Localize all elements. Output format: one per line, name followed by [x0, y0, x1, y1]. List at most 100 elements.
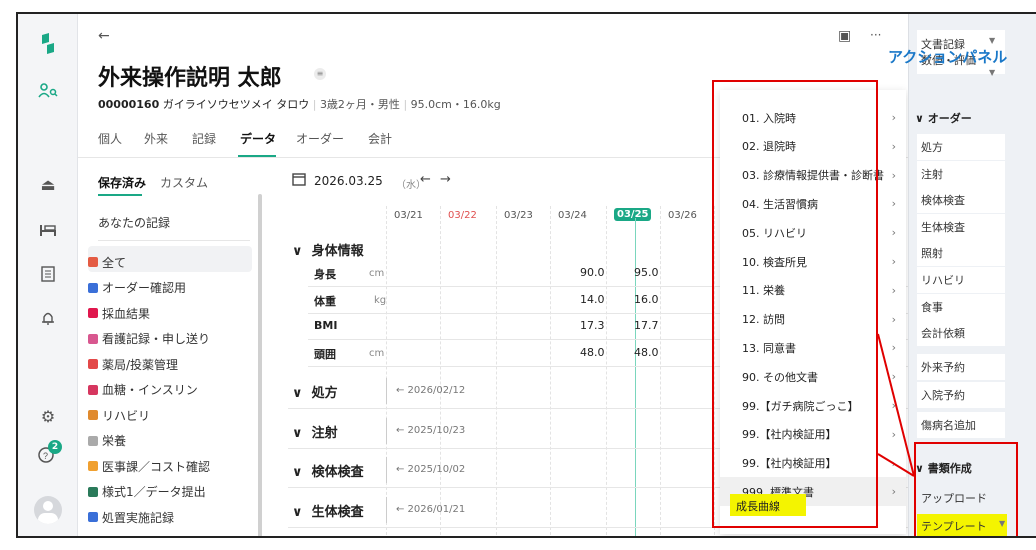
nav-item[interactable]: 看護記録・申し送り — [88, 327, 250, 351]
nav-item[interactable]: 処置実施記録 — [88, 505, 250, 529]
chevron-right-icon: › — [891, 111, 896, 124]
date-header[interactable]: 03/23 — [504, 210, 533, 221]
order-item-button[interactable]: 食事 — [917, 293, 1005, 320]
back-arrow-icon[interactable]: ← — [98, 28, 110, 44]
date-header[interactable]: 03/21 — [394, 210, 423, 221]
previous-date-link[interactable]: ← 2026/02/12 — [396, 385, 465, 396]
tab-records[interactable]: 記録 — [192, 130, 216, 147]
order-item-button[interactable]: 検体検査 — [917, 187, 1005, 214]
metric-value[interactable]: 95.0 — [634, 266, 659, 279]
nav-item-icon — [88, 461, 98, 471]
admit-reserve-button[interactable]: 入院予約 — [917, 382, 1005, 408]
nav-item[interactable]: リハビリ — [88, 403, 250, 427]
nav-item[interactable]: 血糖・インスリン — [88, 378, 250, 402]
grid-column-line — [440, 206, 441, 536]
nav-item[interactable]: 採血結果 — [88, 301, 250, 325]
order-item-button[interactable]: リハビリ — [917, 267, 1005, 293]
tab-data[interactable]: データ — [240, 130, 276, 147]
metric-value[interactable]: 16.0 — [634, 293, 659, 306]
previous-date-link[interactable]: ← 2025/10/02 — [396, 464, 465, 475]
sidebar-scrollbar[interactable] — [258, 194, 262, 536]
grid-column-line — [496, 206, 497, 536]
list-icon[interactable] — [36, 262, 60, 286]
order-item-button[interactable]: 生体検査 — [917, 213, 1005, 240]
settings-icon[interactable]: ⚙ — [36, 404, 60, 428]
section-title-label: 注射 — [311, 425, 338, 441]
category-section-title[interactable]: ∨ 処方 — [292, 382, 338, 401]
patient-search-icon[interactable] — [36, 78, 60, 102]
avatar[interactable] — [34, 496, 62, 524]
nav-item[interactable]: 様式1／データ提出 — [88, 480, 250, 504]
app-frame: ⏏ ⚙ ? 2 ← 外来操作説明 太郎 ≡ 00000160 ガイライソウセツメ… — [16, 12, 1036, 538]
id-card-icon[interactable]: ▣ — [838, 28, 851, 44]
records-divider — [98, 240, 250, 241]
calendar-icon[interactable] — [292, 172, 308, 188]
nav-item-icon — [88, 359, 98, 369]
order-item-button[interactable]: 注射 — [917, 160, 1005, 187]
section-divider — [386, 496, 387, 523]
chevron-down-icon: ∨ — [292, 465, 303, 480]
patient-info-line: 00000160 ガイライソウセツメイ タロウ | 3歳2ヶ月・男性 | 95.… — [98, 98, 501, 111]
metric-unit: kg — [374, 294, 387, 306]
date-header[interactable]: 03/24 — [558, 210, 587, 221]
filter-saved[interactable]: 保存済み — [98, 174, 146, 191]
body-info-title-label: 身体情報 — [311, 244, 364, 259]
previous-date-link[interactable]: ← 2025/10/23 — [396, 425, 465, 436]
metric-value[interactable]: 48.0 — [580, 346, 605, 359]
grid-column-line — [550, 206, 551, 536]
date-header[interactable]: 03/26 — [668, 210, 697, 221]
add-disease-button[interactable]: 傷病名追加 — [917, 412, 1005, 438]
category-section-title[interactable]: ∨ 注射 — [292, 422, 338, 441]
chevron-right-icon: › — [891, 312, 896, 326]
filter-custom[interactable]: カスタム — [160, 174, 208, 191]
tab-billing[interactable]: 会計 — [368, 130, 392, 147]
visit-reserve-button[interactable]: 外来予約 — [917, 354, 1005, 380]
bed-icon[interactable] — [36, 218, 60, 242]
annotation-box-doc-create — [914, 442, 1018, 536]
nav-item-label: 看護記録・申し送り — [102, 332, 211, 346]
bell-icon[interactable] — [36, 306, 60, 330]
metric-label: BMI — [314, 319, 338, 332]
nav-item-icon — [88, 384, 98, 395]
category-section-title[interactable]: ∨ 検体検査 — [292, 461, 364, 480]
metric-value[interactable]: 48.0 — [634, 346, 659, 359]
metric-value[interactable]: 17.3 — [580, 319, 605, 332]
prev-date-icon[interactable]: ← — [420, 172, 431, 187]
name-menu-icon[interactable]: ≡ — [314, 68, 326, 80]
previous-date-link[interactable]: ← 2026/01/21 — [396, 504, 465, 515]
tab-order[interactable]: オーダー — [296, 130, 344, 147]
chevron-down-icon: ∨ — [292, 425, 303, 441]
date-header[interactable]: 03/25 — [614, 208, 652, 221]
order-item-button[interactable]: 照射 — [917, 240, 1005, 267]
body-info-title[interactable]: ∨ 身体情報 — [292, 240, 364, 259]
metric-value[interactable]: 90.0 — [580, 266, 605, 279]
chevron-right-icon: › — [891, 197, 896, 211]
next-date-icon[interactable]: → — [440, 172, 451, 187]
category-section-title[interactable]: ∨ 生体検査 — [292, 501, 364, 520]
nav-item[interactable]: 栄養 — [88, 429, 250, 453]
nav-item-label: 医事課／コスト確認 — [102, 459, 211, 474]
metric-value[interactable]: 14.0 — [580, 293, 605, 306]
logo-icon[interactable] — [36, 32, 60, 56]
nav-item[interactable]: 薬局/投薬管理 — [88, 352, 250, 376]
nav-item[interactable]: 全て — [88, 250, 250, 274]
tab-personal[interactable]: 個人 — [98, 130, 122, 147]
order-item-button[interactable]: 処方 — [917, 134, 1005, 160]
order-heading[interactable]: ∨ オーダー — [915, 110, 972, 126]
order-item-button[interactable]: 会計依頼 — [917, 320, 1005, 347]
nav-item-icon — [88, 486, 98, 497]
nav-item[interactable]: オーダー確認用 — [88, 276, 250, 300]
section-divider — [386, 457, 387, 483]
eject-icon[interactable]: ⏏ — [36, 172, 60, 196]
chevron-right-icon: › — [891, 168, 896, 182]
tab-outpatient[interactable]: 外来 — [144, 130, 168, 147]
nav-item-label: オーダー確認用 — [102, 281, 187, 295]
metric-value[interactable]: 17.7 — [634, 319, 659, 332]
nav-item[interactable]: 医事課／コスト確認 — [88, 454, 250, 478]
metric-unit: cm — [369, 347, 385, 359]
more-icon[interactable]: ··· — [870, 28, 881, 42]
nav-item-icon — [88, 308, 98, 318]
date-value[interactable]: 2026.03.25 — [314, 174, 383, 188]
date-header[interactable]: 03/22 — [448, 210, 477, 221]
svg-text:?: ? — [43, 451, 48, 461]
